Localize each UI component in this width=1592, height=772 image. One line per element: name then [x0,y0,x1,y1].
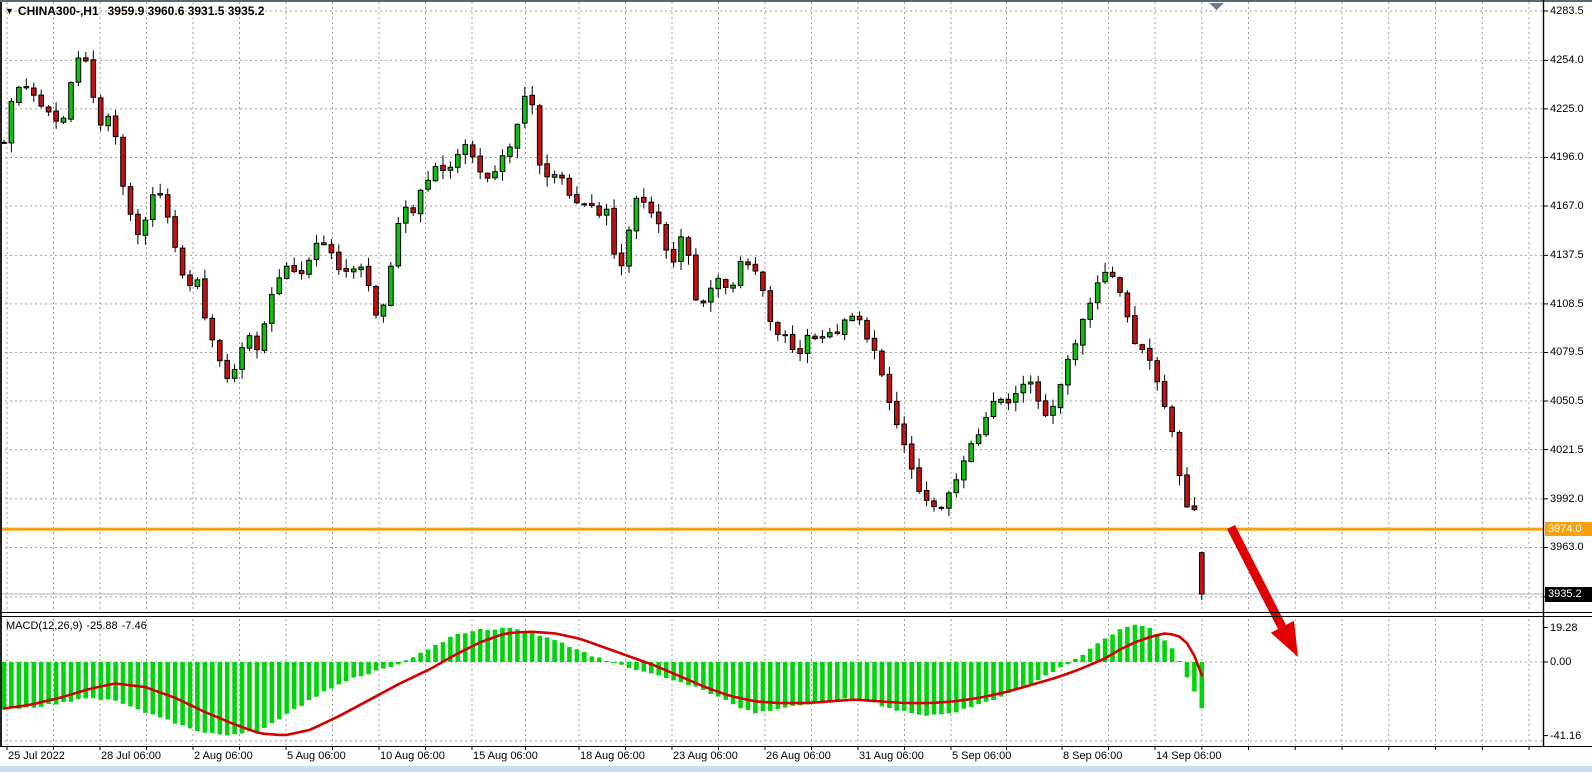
time-axis-label: 5 Aug 06:00 [287,750,346,763]
macd-main-value: -25.88 [86,620,117,632]
current-price-badge: 3935.2 [1545,587,1592,602]
macd-axis[interactable] [1543,618,1592,746]
macd-signal-value: -7.46 [122,620,147,632]
price-axis-label: 4225.0 [1550,103,1584,116]
macd-axis-label: 19.28 [1550,622,1578,635]
horizontal-line-price-badge: 3974.0 [1545,522,1592,536]
price-axis-label: 4254.0 [1550,54,1584,67]
time-axis-label: 31 Aug 06:00 [859,750,924,763]
time-axis-label: 25 Jul 2022 [8,750,65,763]
macd-histogram [2,625,1204,736]
time-axis-label: 14 Sep 06:00 [1156,750,1221,763]
time-axis-label: 8 Sep 06:00 [1063,750,1122,763]
time-axis-label: 28 Jul 06:00 [101,750,161,763]
macd-indicator-label: MACD(12,26,9) -25.88 -7.46 [6,620,151,632]
macd-name: MACD(12,26,9) [6,620,82,632]
price-axis-label: 4167.0 [1550,200,1584,213]
price-axis-label: 4079.5 [1550,346,1584,359]
trend-arrow-annotation[interactable] [1231,527,1298,657]
price-axis-label: 4196.0 [1550,151,1584,164]
price-axis-label: 4283.5 [1550,5,1584,18]
candlesticks [2,50,1204,600]
price-axis-label: 3992.0 [1550,493,1584,506]
price-axis-label: 4137.5 [1550,249,1584,262]
time-axis-label: 5 Sep 06:00 [952,750,1011,763]
price-axis-label: 3963.0 [1550,541,1584,554]
price-axis-label: 4050.5 [1550,395,1584,408]
macd-axis-label: -41.16 [1550,730,1581,743]
window-bottom-strip [0,766,1592,772]
quote-ohlc-label: 3959.9 3960.6 3931.5 3935.2 [108,4,265,18]
chart-canvas[interactable] [0,0,1592,772]
chart-window: ▼ CHINA300-,H1 3959.9 3960.6 3931.5 3935.2… [0,0,1592,772]
shift-marker-icon [1209,3,1224,10]
symbol-period-label: CHINA300-,H1 [18,4,99,18]
panel-borders [0,0,1592,750]
price-axis-label: 4108.5 [1550,298,1584,311]
time-axis-label: 26 Aug 06:00 [766,750,831,763]
time-axis-label: 15 Aug 06:00 [473,750,538,763]
price-axis-label: 4021.5 [1550,444,1584,457]
time-axis-label: 2 Aug 06:00 [194,750,253,763]
chart-title: ▼ CHINA300-,H1 3959.9 3960.6 3931.5 3935.2 [5,4,264,18]
macd-axis-label: 0.00 [1550,656,1571,669]
grid [0,2,1543,745]
time-axis-label: 23 Aug 06:00 [673,750,738,763]
time-axis-label: 18 Aug 06:00 [580,750,645,763]
symbol-dropdown-icon[interactable]: ▼ [5,6,14,16]
time-axis-label: 10 Aug 06:00 [380,750,445,763]
